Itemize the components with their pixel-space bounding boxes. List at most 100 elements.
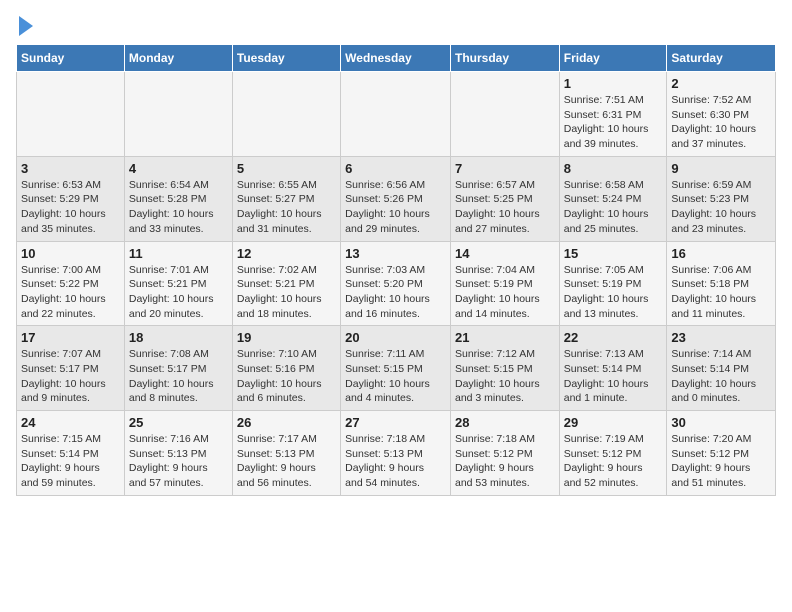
day-cell: 20 Sunrise: 7:11 AM Sunset: 5:15 PM Dayli… bbox=[341, 326, 451, 411]
day-number: 25 bbox=[129, 415, 228, 430]
day-cell: 6 Sunrise: 6:56 AM Sunset: 5:26 PM Daylig… bbox=[341, 156, 451, 241]
day-cell: 25Sunrise: 7:16 AM Sunset: 5:13 PM Dayli… bbox=[124, 411, 232, 496]
day-cell: 8 Sunrise: 6:58 AM Sunset: 5:24 PM Daylig… bbox=[559, 156, 667, 241]
day-detail: Sunrise: 7:00 AM Sunset: 5:22 PM Dayligh… bbox=[21, 263, 120, 322]
day-cell: 1 Sunrise: 7:51 AM Sunset: 6:31 PM Daylig… bbox=[559, 72, 667, 157]
col-header-saturday: Saturday bbox=[667, 45, 776, 72]
day-cell: 10 Sunrise: 7:00 AM Sunset: 5:22 PM Dayli… bbox=[17, 241, 125, 326]
day-detail: Sunrise: 7:02 AM Sunset: 5:21 PM Dayligh… bbox=[237, 263, 336, 322]
day-number: 7 bbox=[455, 161, 555, 176]
day-cell: 12 Sunrise: 7:02 AM Sunset: 5:21 PM Dayli… bbox=[232, 241, 340, 326]
day-cell: 13Sunrise: 7:03 AM Sunset: 5:20 PM Dayli… bbox=[341, 241, 451, 326]
day-number: 18 bbox=[129, 330, 228, 345]
day-detail: Sunrise: 7:52 AM Sunset: 6:30 PM Dayligh… bbox=[671, 93, 771, 152]
week-row-1: 3 Sunrise: 6:53 AM Sunset: 5:29 PM Daylig… bbox=[17, 156, 776, 241]
day-number: 30 bbox=[671, 415, 771, 430]
day-detail: Sunrise: 7:20 AM Sunset: 5:12 PM Dayligh… bbox=[671, 432, 771, 491]
day-detail: Sunrise: 7:03 AM Sunset: 5:20 PM Dayligh… bbox=[345, 263, 446, 322]
day-cell: 14 Sunrise: 7:04 AM Sunset: 5:19 PM Dayli… bbox=[450, 241, 559, 326]
day-detail: Sunrise: 7:01 AM Sunset: 5:21 PM Dayligh… bbox=[129, 263, 228, 322]
day-cell: 24 Sunrise: 7:15 AM Sunset: 5:14 PM Dayli… bbox=[17, 411, 125, 496]
day-detail: Sunrise: 7:14 AM Sunset: 5:14 PM Dayligh… bbox=[671, 347, 771, 406]
col-header-sunday: Sunday bbox=[17, 45, 125, 72]
day-number: 5 bbox=[237, 161, 336, 176]
day-cell: 22Sunrise: 7:13 AM Sunset: 5:14 PM Dayli… bbox=[559, 326, 667, 411]
day-number: 29 bbox=[564, 415, 663, 430]
day-detail: Sunrise: 7:18 AM Sunset: 5:12 PM Dayligh… bbox=[455, 432, 555, 491]
calendar-header bbox=[16, 16, 776, 36]
col-header-friday: Friday bbox=[559, 45, 667, 72]
day-detail: Sunrise: 7:04 AM Sunset: 5:19 PM Dayligh… bbox=[455, 263, 555, 322]
day-detail: Sunrise: 7:13 AM Sunset: 5:14 PM Dayligh… bbox=[564, 347, 663, 406]
day-detail: Sunrise: 6:58 AM Sunset: 5:24 PM Dayligh… bbox=[564, 178, 663, 237]
day-detail: Sunrise: 7:51 AM Sunset: 6:31 PM Dayligh… bbox=[564, 93, 663, 152]
day-detail: Sunrise: 6:53 AM Sunset: 5:29 PM Dayligh… bbox=[21, 178, 120, 237]
day-cell: 2Sunrise: 7:52 AM Sunset: 6:30 PM Daylig… bbox=[667, 72, 776, 157]
day-cell: 9 Sunrise: 6:59 AM Sunset: 5:23 PM Daylig… bbox=[667, 156, 776, 241]
logo-arrow-icon bbox=[19, 16, 33, 36]
day-detail: Sunrise: 7:17 AM Sunset: 5:13 PM Dayligh… bbox=[237, 432, 336, 491]
col-header-thursday: Thursday bbox=[450, 45, 559, 72]
col-header-tuesday: Tuesday bbox=[232, 45, 340, 72]
day-number: 3 bbox=[21, 161, 120, 176]
day-detail: Sunrise: 6:55 AM Sunset: 5:27 PM Dayligh… bbox=[237, 178, 336, 237]
logo-icon bbox=[16, 16, 33, 36]
day-number: 15 bbox=[564, 246, 663, 261]
day-cell bbox=[17, 72, 125, 157]
day-detail: Sunrise: 7:07 AM Sunset: 5:17 PM Dayligh… bbox=[21, 347, 120, 406]
day-cell: 7Sunrise: 6:57 AM Sunset: 5:25 PM Daylig… bbox=[450, 156, 559, 241]
week-row-2: 10 Sunrise: 7:00 AM Sunset: 5:22 PM Dayli… bbox=[17, 241, 776, 326]
day-detail: Sunrise: 6:54 AM Sunset: 5:28 PM Dayligh… bbox=[129, 178, 228, 237]
day-number: 14 bbox=[455, 246, 555, 261]
day-cell: 21 Sunrise: 7:12 AM Sunset: 5:15 PM Dayli… bbox=[450, 326, 559, 411]
day-detail: Sunrise: 6:59 AM Sunset: 5:23 PM Dayligh… bbox=[671, 178, 771, 237]
week-row-0: 1 Sunrise: 7:51 AM Sunset: 6:31 PM Daylig… bbox=[17, 72, 776, 157]
day-cell: 11 Sunrise: 7:01 AM Sunset: 5:21 PM Dayli… bbox=[124, 241, 232, 326]
calendar-thead: SundayMondayTuesdayWednesdayThursdayFrid… bbox=[17, 45, 776, 72]
day-number: 9 bbox=[671, 161, 771, 176]
day-number: 11 bbox=[129, 246, 228, 261]
logo bbox=[16, 16, 33, 36]
day-cell: 16Sunrise: 7:06 AM Sunset: 5:18 PM Dayli… bbox=[667, 241, 776, 326]
day-detail: Sunrise: 7:19 AM Sunset: 5:12 PM Dayligh… bbox=[564, 432, 663, 491]
day-detail: Sunrise: 7:05 AM Sunset: 5:19 PM Dayligh… bbox=[564, 263, 663, 322]
day-cell: 3 Sunrise: 6:53 AM Sunset: 5:29 PM Daylig… bbox=[17, 156, 125, 241]
day-number: 19 bbox=[237, 330, 336, 345]
day-cell: 19 Sunrise: 7:10 AM Sunset: 5:16 PM Dayli… bbox=[232, 326, 340, 411]
day-cell: 23Sunrise: 7:14 AM Sunset: 5:14 PM Dayli… bbox=[667, 326, 776, 411]
day-number: 26 bbox=[237, 415, 336, 430]
day-number: 17 bbox=[21, 330, 120, 345]
day-cell: 15 Sunrise: 7:05 AM Sunset: 5:19 PM Dayli… bbox=[559, 241, 667, 326]
day-number: 1 bbox=[564, 76, 663, 91]
day-number: 20 bbox=[345, 330, 446, 345]
col-header-wednesday: Wednesday bbox=[341, 45, 451, 72]
day-detail: Sunrise: 7:18 AM Sunset: 5:13 PM Dayligh… bbox=[345, 432, 446, 491]
day-detail: Sunrise: 7:12 AM Sunset: 5:15 PM Dayligh… bbox=[455, 347, 555, 406]
day-cell: 18Sunrise: 7:08 AM Sunset: 5:17 PM Dayli… bbox=[124, 326, 232, 411]
day-detail: Sunrise: 6:56 AM Sunset: 5:26 PM Dayligh… bbox=[345, 178, 446, 237]
calendar-tbody: 1 Sunrise: 7:51 AM Sunset: 6:31 PM Daylig… bbox=[17, 72, 776, 496]
day-cell: 30 Sunrise: 7:20 AM Sunset: 5:12 PM Dayli… bbox=[667, 411, 776, 496]
day-cell: 26 Sunrise: 7:17 AM Sunset: 5:13 PM Dayli… bbox=[232, 411, 340, 496]
day-number: 16 bbox=[671, 246, 771, 261]
col-header-monday: Monday bbox=[124, 45, 232, 72]
day-number: 24 bbox=[21, 415, 120, 430]
week-row-3: 17 Sunrise: 7:07 AM Sunset: 5:17 PM Dayli… bbox=[17, 326, 776, 411]
day-cell: 17 Sunrise: 7:07 AM Sunset: 5:17 PM Dayli… bbox=[17, 326, 125, 411]
day-cell bbox=[450, 72, 559, 157]
day-cell bbox=[124, 72, 232, 157]
week-row-4: 24 Sunrise: 7:15 AM Sunset: 5:14 PM Dayli… bbox=[17, 411, 776, 496]
day-number: 6 bbox=[345, 161, 446, 176]
day-number: 8 bbox=[564, 161, 663, 176]
day-number: 21 bbox=[455, 330, 555, 345]
day-number: 10 bbox=[21, 246, 120, 261]
day-detail: Sunrise: 7:15 AM Sunset: 5:14 PM Dayligh… bbox=[21, 432, 120, 491]
day-detail: Sunrise: 7:10 AM Sunset: 5:16 PM Dayligh… bbox=[237, 347, 336, 406]
day-cell: 29 Sunrise: 7:19 AM Sunset: 5:12 PM Dayli… bbox=[559, 411, 667, 496]
day-number: 12 bbox=[237, 246, 336, 261]
day-number: 27 bbox=[345, 415, 446, 430]
day-detail: Sunrise: 7:11 AM Sunset: 5:15 PM Dayligh… bbox=[345, 347, 446, 406]
calendar-table: SundayMondayTuesdayWednesdayThursdayFrid… bbox=[16, 44, 776, 496]
day-cell: 4Sunrise: 6:54 AM Sunset: 5:28 PM Daylig… bbox=[124, 156, 232, 241]
day-cell bbox=[341, 72, 451, 157]
